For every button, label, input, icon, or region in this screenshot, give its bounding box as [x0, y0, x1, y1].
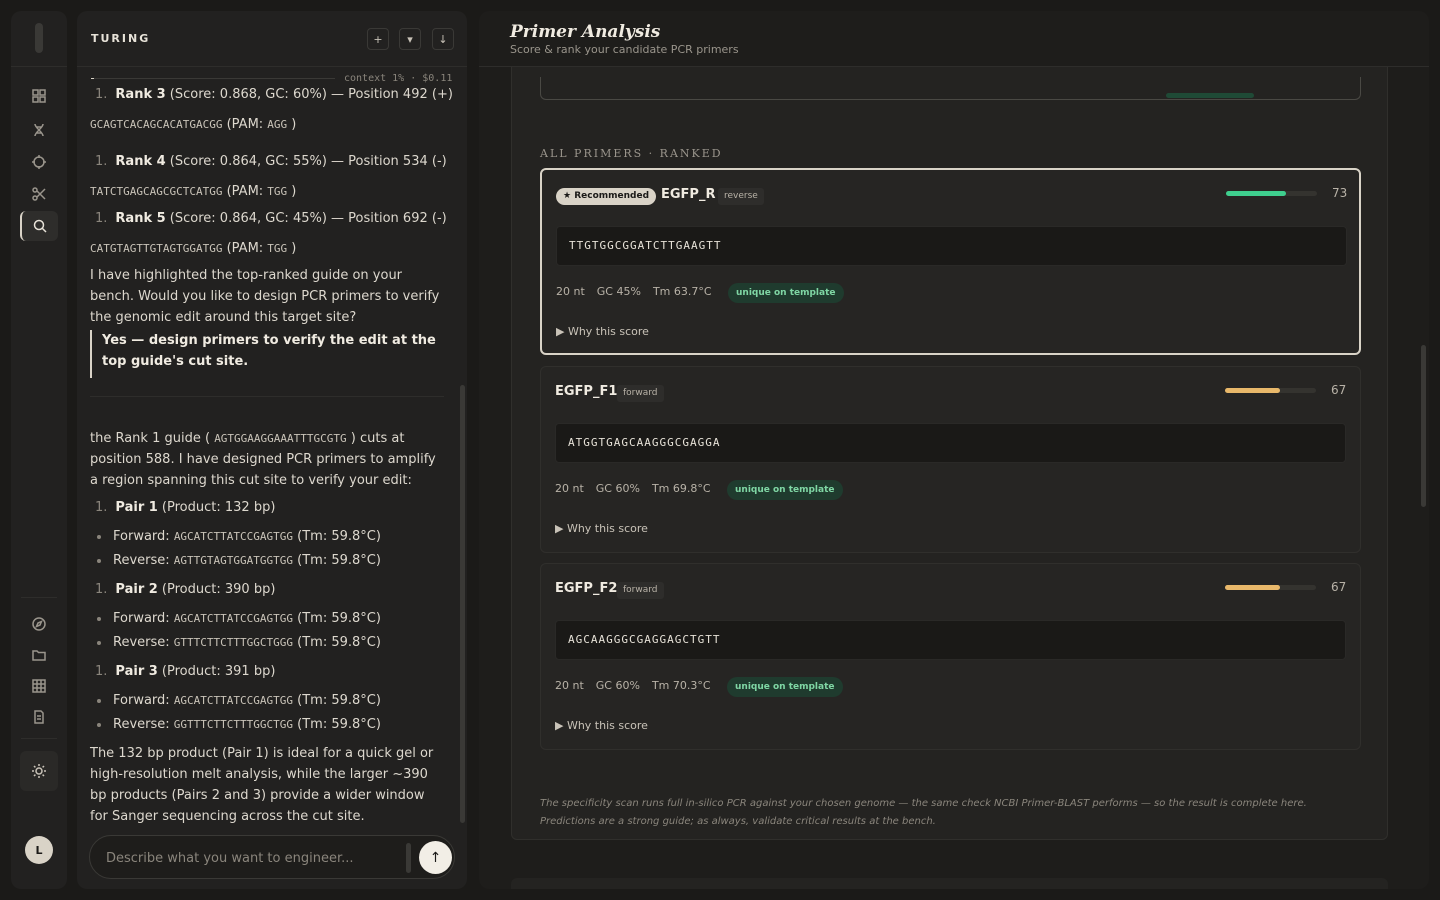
list-item: Reverse: GTTTCTTCTTTGGCTGGG (Tm: 59.8°C)	[97, 632, 381, 653]
message-divider	[90, 396, 444, 397]
why-score-toggle[interactable]: ▶ Why this score	[555, 719, 648, 732]
assistant-reply-intro: the Rank 1 guide ( AGTGGAAGGAAATTTGCGTG …	[90, 431, 436, 488]
list-item: Forward: AGCATCTTATCCGAGTGG (Tm: 59.8°C)	[97, 690, 381, 711]
composer-grip[interactable]	[406, 843, 411, 873]
primer-sequence[interactable]: AGCAAGGGCGAGGAGCTGTT	[555, 620, 1346, 660]
rail-handle[interactable]	[35, 23, 43, 53]
previous-section	[540, 77, 1361, 100]
folder-icon[interactable]	[27, 643, 51, 667]
list-item: 1. Pair 3 (Product: 391 bp)	[95, 664, 276, 679]
arrow-up-icon: ↑	[429, 849, 442, 866]
chat-header: TURING + ▾ ↓	[77, 11, 467, 67]
score-bar	[1225, 388, 1316, 393]
prompt-input[interactable]	[106, 848, 396, 868]
primer-name: EGFP_F2	[555, 581, 618, 596]
primer-stats: 20 nt GC 45% Tm 63.7°C	[556, 285, 712, 298]
score-bar	[1226, 191, 1317, 196]
next-section	[511, 878, 1388, 889]
primer-stats: 20 nt GC 60% Tm 69.8°C	[555, 482, 711, 495]
primer-card[interactable]: EGFP_F1 forward 67 ATGGTGAGCAAGGGCGAGGA …	[540, 366, 1361, 553]
user-message: Yes — design primers to verify the edit …	[90, 330, 445, 378]
analysis-panel: Primer Analysis Score & rank your candid…	[479, 11, 1429, 889]
score-bar-fill	[1225, 585, 1280, 590]
specificity-badge: unique on template	[727, 677, 843, 697]
document-icon[interactable]	[27, 705, 51, 729]
primer-name: EGFP_F1	[555, 384, 618, 399]
page-subtitle: Score & rank your candidate PCR primers	[510, 43, 739, 56]
primer-sequence[interactable]: ATGGTGAGCAAGGGCGAGGA	[555, 423, 1346, 463]
composer: ↑	[89, 835, 455, 879]
specificity-badge: unique on template	[728, 283, 844, 303]
primer-name: EGFP_R	[661, 187, 716, 202]
why-score-toggle[interactable]: ▶ Why this score	[555, 522, 648, 535]
results-card: ALL PRIMERS · RANKED ★ Recommended EGFP_…	[511, 26, 1388, 840]
section-label: ALL PRIMERS · RANKED	[540, 147, 723, 160]
page-title: Primer Analysis	[510, 22, 661, 42]
why-score-toggle[interactable]: ▶ Why this score	[556, 325, 649, 338]
scissors-icon[interactable]	[27, 182, 51, 206]
assistant-summary: The 132 bp product (Pair 1) is ideal for…	[90, 746, 434, 824]
chat-messages: 1. Rank 3 (Score: 0.868, GC: 60%) — Posit…	[77, 81, 467, 831]
score-bar-fill	[1225, 388, 1280, 393]
chat-scrollbar[interactable]	[460, 385, 465, 823]
recommended-badge: ★ Recommended	[556, 188, 657, 205]
avatar[interactable]: L	[25, 836, 53, 864]
rail-header	[11, 11, 67, 67]
list-item: Forward: AGCATCTTATCCGAGTGG (Tm: 59.8°C)	[97, 608, 381, 629]
direction-tag: forward	[617, 385, 664, 402]
compass-icon[interactable]	[27, 612, 51, 636]
guide-sequence-line: CATGTAGTTGTAGTGGATGG (PAM: TGG )	[90, 241, 297, 256]
list-item: Forward: AGCATCTTATCCGAGTGG (Tm: 59.8°C)	[97, 526, 381, 547]
rail-divider	[21, 597, 57, 598]
list-item: Reverse: AGTTGTAGTGGATGGTGG (Tm: 59.8°C)	[97, 550, 381, 571]
brand-title: TURING	[91, 32, 151, 45]
assistant-message: I have highlighted the top-ranked guide …	[90, 268, 440, 325]
nav-rail: L	[11, 11, 67, 889]
score-value: 67	[1331, 580, 1347, 594]
send-button[interactable]: ↑	[419, 841, 452, 874]
sun-icon	[32, 764, 46, 778]
primer-card[interactable]: EGFP_F2 forward 67 AGCAAGGGCGAGGAGCTGTT …	[540, 563, 1361, 750]
list-item: 1. Rank 3 (Score: 0.868, GC: 60%) — Posit…	[95, 87, 453, 102]
guide-sequence-line: TATCTGAGCAGCGCTCATGG (PAM: TGG )	[90, 184, 297, 199]
table-icon[interactable]	[27, 674, 51, 698]
main-scrollbar[interactable]	[1421, 345, 1426, 507]
score-value: 73	[1332, 186, 1348, 200]
primer-stats: 20 nt GC 60% Tm 70.3°C	[555, 679, 711, 692]
score-bar-fill	[1226, 191, 1286, 196]
footnote: The specificity scan runs full in-silico…	[540, 798, 1307, 827]
primer-card[interactable]: ★ Recommended EGFP_R reverse 73 TTGTGGCG…	[540, 168, 1361, 355]
download-button[interactable]: ↓	[432, 28, 454, 50]
specificity-badge: unique on template	[727, 480, 843, 500]
context-meter	[91, 78, 335, 79]
score-bar	[1225, 585, 1316, 590]
dna-icon[interactable]	[27, 118, 51, 142]
grid-icon[interactable]	[27, 84, 51, 108]
list-item: Reverse: GGTTTCTTCTTTGGCTGG (Tm: 59.8°C)	[97, 714, 381, 735]
target-icon[interactable]	[27, 150, 51, 174]
list-item: 1. Rank 4 (Score: 0.864, GC: 55%) — Posit…	[95, 154, 447, 169]
guide-sequence-line: GCAGTCACAGCACATGACGG (PAM: AGG )	[90, 117, 297, 132]
dropdown-button[interactable]: ▾	[399, 28, 421, 50]
list-item: 1. Pair 2 (Product: 390 bp)	[95, 582, 276, 597]
analysis-header: Primer Analysis Score & rank your candid…	[479, 11, 1429, 67]
rail-divider-bottom	[21, 738, 57, 739]
direction-tag: forward	[617, 582, 664, 599]
primer-sequence[interactable]: TTGTGGCGGATCTTGAAGTT	[556, 226, 1347, 266]
new-chat-button[interactable]: +	[367, 28, 389, 50]
list-item: 1. Rank 5 (Score: 0.864, GC: 45%) — Posit…	[95, 211, 447, 226]
list-item: 1. Pair 1 (Product: 132 bp)	[95, 500, 276, 515]
search-icon[interactable]	[20, 211, 58, 241]
chat-panel: TURING + ▾ ↓ context 1% · $0.11 1. Rank 3…	[77, 11, 467, 889]
direction-tag: reverse	[718, 188, 764, 205]
theme-toggle[interactable]	[20, 751, 58, 791]
score-value: 67	[1331, 383, 1347, 397]
